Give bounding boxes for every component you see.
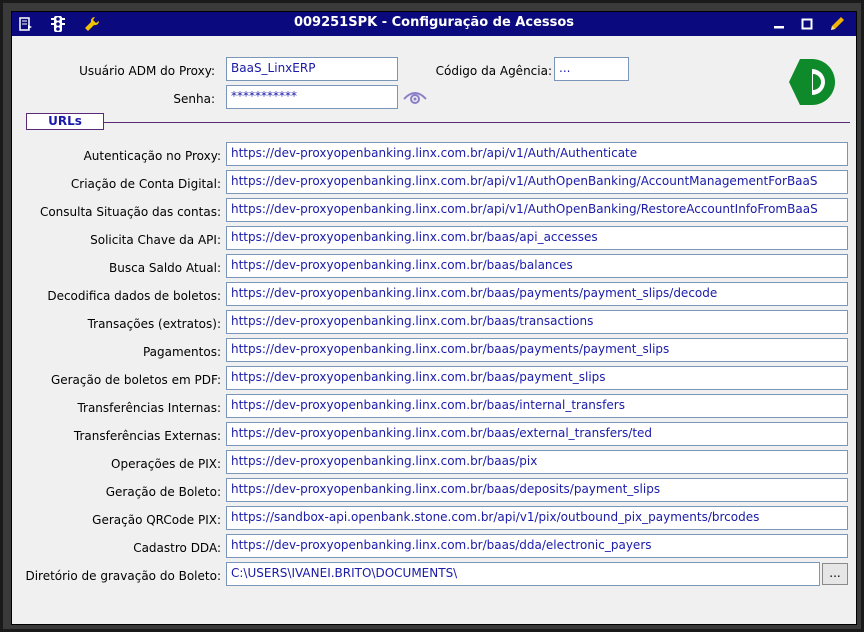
- url-input[interactable]: https://dev-proxyopenbanking.linx.com.br…: [226, 394, 848, 418]
- password-input[interactable]: ***********: [226, 85, 398, 109]
- url-label: Busca Saldo Atual:: [109, 261, 221, 275]
- url-label: Transferências Internas:: [77, 401, 221, 415]
- url-label: Transações (extratos):: [87, 317, 221, 331]
- proxy-user-label: Usuário ADM do Proxy:: [79, 64, 215, 78]
- url-label: Pagamentos:: [142, 345, 221, 359]
- url-label: Consulta Situação das contas:: [39, 205, 221, 219]
- minimize-icon[interactable]: [770, 15, 788, 32]
- eye-icon[interactable]: [402, 88, 428, 106]
- url-input[interactable]: https://dev-proxyopenbanking.linx.com.br…: [226, 338, 848, 362]
- url-label: Autenticação no Proxy:: [83, 149, 221, 163]
- url-label: Transferências Externas:: [73, 429, 221, 443]
- url-label: Solicita Chave da API:: [90, 233, 221, 247]
- password-label: Senha:: [173, 92, 215, 106]
- directory-label: Diretório de gravação do Boleto:: [25, 569, 221, 583]
- window-frame: 009251SPK - Configuração de Acessos Usuá…: [0, 0, 864, 632]
- url-label: Cadastro DDA:: [133, 541, 221, 555]
- urls-section-divider: [26, 122, 850, 123]
- url-label: Decodifica dados de boletos:: [47, 289, 221, 303]
- url-input[interactable]: https://dev-proxyopenbanking.linx.com.br…: [226, 366, 848, 390]
- url-label: Operações de PIX:: [111, 457, 221, 471]
- url-input[interactable]: https://dev-proxyopenbanking.linx.com.br…: [226, 282, 848, 306]
- agency-code-input[interactable]: ...: [554, 57, 629, 81]
- green-logo-icon: [786, 56, 838, 108]
- url-input[interactable]: https://dev-proxyopenbanking.linx.com.br…: [226, 198, 848, 222]
- browse-button[interactable]: ...: [822, 563, 848, 585]
- url-label: Geração de Boleto:: [105, 485, 221, 499]
- maximize-icon[interactable]: [798, 15, 816, 32]
- window-title: 009251SPK - Configuração de Acessos: [293, 15, 575, 30]
- proxy-user-input[interactable]: BaaS_LinxERP: [226, 57, 398, 81]
- config-window: 009251SPK - Configuração de Acessos Usuá…: [11, 11, 857, 625]
- url-input[interactable]: https://sandbox-api.openbank.stone.com.b…: [226, 506, 848, 530]
- url-input[interactable]: https://dev-proxyopenbanking.linx.com.br…: [226, 450, 848, 474]
- url-input[interactable]: https://dev-proxyopenbanking.linx.com.br…: [226, 534, 848, 558]
- url-label: Geração de boletos em PDF:: [50, 373, 221, 387]
- agency-code-label: Código da Agência:: [435, 64, 552, 78]
- url-label: Criação de Conta Digital:: [70, 177, 221, 191]
- url-label: Geração QRCode PIX:: [92, 513, 221, 527]
- url-input[interactable]: https://dev-proxyopenbanking.linx.com.br…: [226, 310, 848, 334]
- url-input[interactable]: https://dev-proxyopenbanking.linx.com.br…: [226, 422, 848, 446]
- url-input[interactable]: https://dev-proxyopenbanking.linx.com.br…: [226, 226, 848, 250]
- url-input[interactable]: https://dev-proxyopenbanking.linx.com.br…: [226, 478, 848, 502]
- edit-pencil-icon[interactable]: [828, 15, 846, 32]
- urls-section-label: URLs: [26, 113, 104, 130]
- url-input[interactable]: https://dev-proxyopenbanking.linx.com.br…: [226, 254, 848, 278]
- url-input[interactable]: https://dev-proxyopenbanking.linx.com.br…: [226, 170, 848, 194]
- directory-input[interactable]: C:\USERS\IVANEI.BRITO\DOCUMENTS\: [226, 562, 820, 586]
- title-bar: 009251SPK - Configuração de Acessos: [12, 12, 856, 36]
- url-input[interactable]: https://dev-proxyopenbanking.linx.com.br…: [226, 142, 848, 166]
